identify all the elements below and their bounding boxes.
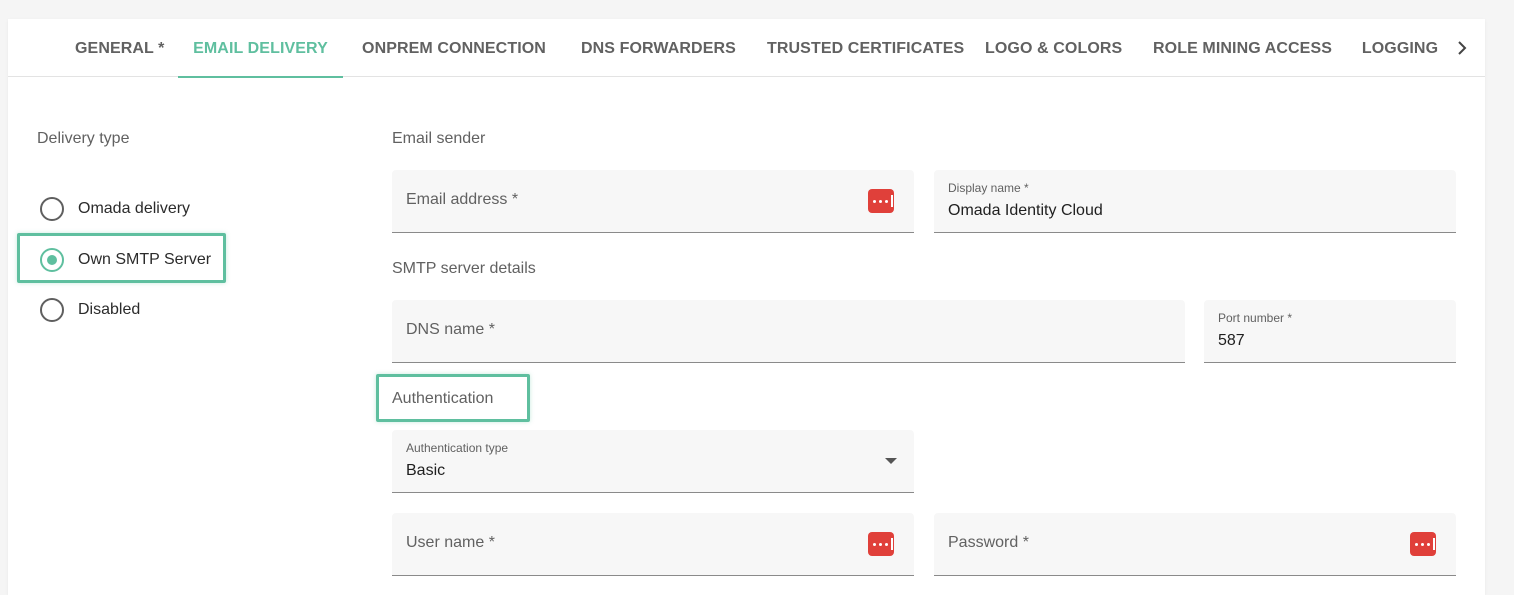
tab-trusted-certificates[interactable]: TRUSTED CERTIFICATES	[767, 19, 964, 77]
smtp-details-title: SMTP server details	[392, 260, 536, 277]
tab-logo-colors[interactable]: LOGO & COLORS	[985, 19, 1122, 77]
port-number-value: 587	[1218, 332, 1245, 349]
password-label: Password *	[948, 534, 1029, 551]
tab-logging[interactable]: LOGGING	[1361, 19, 1439, 77]
email-address-field[interactable]: Email address *	[392, 170, 914, 233]
port-number-label: Port number *	[1218, 311, 1293, 325]
tab-email-delivery[interactable]: EMAIL DELIVERY	[178, 19, 343, 78]
settings-card: GENERAL * EMAIL DELIVERY ONPREM CONNECTI…	[8, 19, 1485, 595]
tab-onprem-connection[interactable]: ONPREM CONNECTION	[360, 19, 548, 77]
display-name-field[interactable]: Display name * Omada Identity Cloud	[934, 170, 1456, 233]
radio-label: Disabled	[78, 301, 141, 318]
radio-disabled[interactable]: Disabled	[40, 295, 140, 325]
dns-name-field[interactable]: DNS name *	[392, 300, 1185, 363]
chevron-right-icon[interactable]	[1450, 33, 1474, 63]
tab-role-mining-access[interactable]: ROLE MINING ACCESS	[1153, 19, 1332, 77]
radio-label: Omada delivery	[78, 200, 191, 217]
user-name-label: User name *	[406, 534, 495, 551]
password-manager-icon[interactable]	[868, 189, 894, 213]
password-manager-icon[interactable]	[1410, 532, 1436, 556]
caret-down-icon	[885, 458, 897, 464]
tab-general[interactable]: GENERAL *	[75, 19, 164, 77]
port-number-field[interactable]: Port number * 587	[1204, 300, 1456, 363]
user-name-field[interactable]: User name *	[392, 513, 914, 576]
radio-checked-icon	[40, 248, 64, 272]
radio-own-smtp-server[interactable]: Own SMTP Server	[40, 245, 211, 275]
radio-omada-delivery[interactable]: Omada delivery	[40, 194, 190, 224]
display-name-label: Display name *	[948, 181, 1029, 195]
authentication-title: Authentication	[392, 390, 494, 407]
email-address-label: Email address *	[406, 191, 519, 208]
radio-unchecked-icon	[40, 197, 64, 221]
radio-label: Own SMTP Server	[78, 251, 212, 268]
tab-bar: GENERAL * EMAIL DELIVERY ONPREM CONNECTI…	[8, 19, 1485, 78]
display-name-value: Omada Identity Cloud	[948, 202, 1103, 219]
password-manager-icon[interactable]	[868, 532, 894, 556]
authentication-type-value: Basic	[406, 462, 446, 479]
delivery-type-title: Delivery type	[37, 130, 130, 147]
tab-dns-forwarders[interactable]: DNS FORWARDERS	[581, 19, 736, 77]
dns-name-label: DNS name *	[406, 321, 495, 338]
authentication-type-label: Authentication type	[406, 441, 509, 455]
authentication-type-select[interactable]: Authentication type Basic	[392, 430, 914, 493]
password-field[interactable]: Password *	[934, 513, 1456, 576]
radio-unchecked-icon	[40, 298, 64, 322]
email-sender-title: Email sender	[392, 130, 486, 147]
